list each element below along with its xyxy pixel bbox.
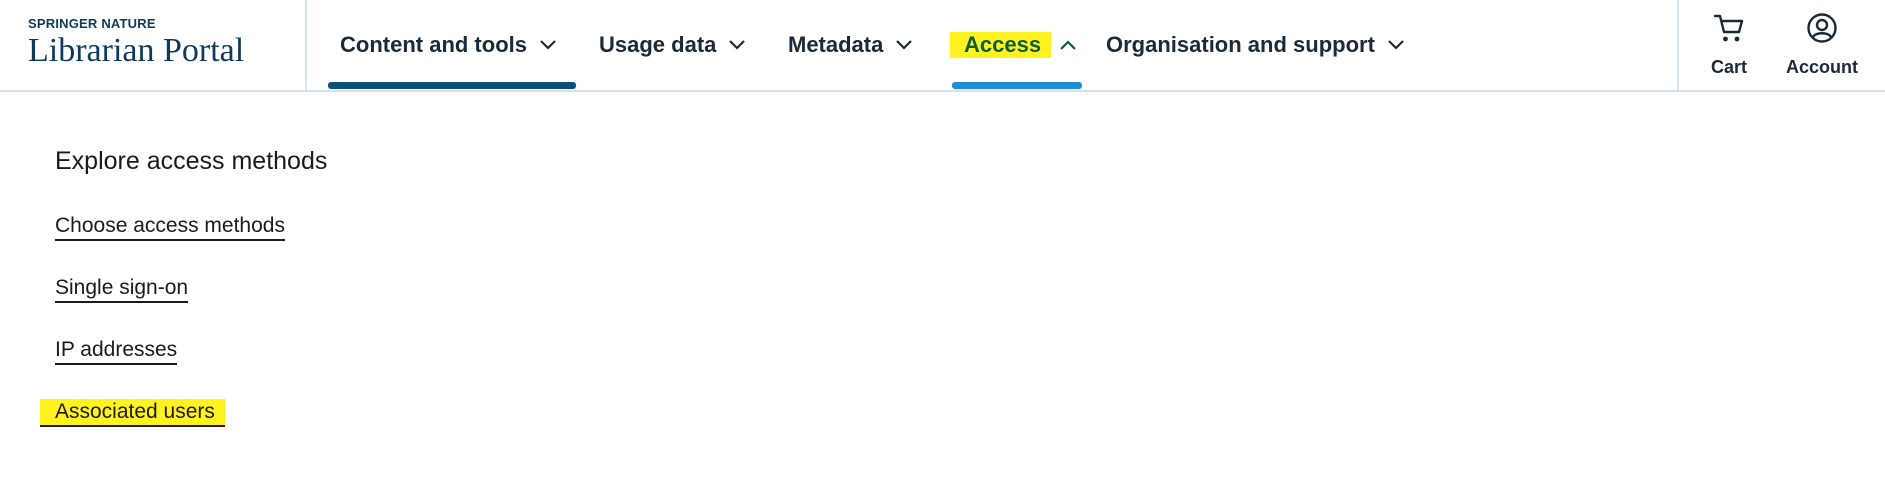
chevron-up-icon [1059,39,1077,51]
nav-access[interactable]: Access [950,28,1077,62]
cart-icon [1712,12,1746,49]
top-header: SPRINGER NATURE Librarian Portal Content… [0,0,1885,92]
brand-title: Librarian Portal [28,32,245,69]
link-associated-users[interactable]: Associated users [40,399,225,427]
chevron-down-icon [895,39,913,51]
account-label: Account [1786,57,1858,77]
chevron-down-icon [539,39,557,51]
header-divider [305,0,307,92]
nav-label: Content and tools [340,32,527,57]
nav-label: Access [950,32,1052,58]
nav-usage-data[interactable]: Usage data [599,28,746,62]
nav-label: Usage data [599,32,717,57]
nav-hover-indicator [328,82,576,89]
cart-label: Cart [1710,57,1747,77]
account-icon [1805,12,1839,49]
nav-organisation-and-support[interactable]: Organisation and support [1106,28,1405,62]
brand-publisher: SPRINGER NATURE [28,16,156,31]
nav-active-indicator [952,82,1082,89]
panel-title: Explore access methods [55,147,328,175]
link-ip-addresses[interactable]: IP addresses [55,337,178,365]
chevron-down-icon [1387,39,1405,51]
nav-content-and-tools[interactable]: Content and tools [340,28,557,62]
brand-logo[interactable]: SPRINGER NATURE Librarian Portal [28,16,244,71]
cart-button[interactable]: Cart [1684,12,1774,82]
chevron-down-icon [728,39,746,51]
nav-label: Metadata [788,32,884,57]
nav-label: Organisation and support [1106,32,1375,57]
account-button[interactable]: Account [1777,12,1867,82]
utility-divider [1677,0,1679,92]
link-single-sign-on[interactable]: Single sign-on [55,275,189,303]
link-choose-access-methods[interactable]: Choose access methods [55,213,285,241]
nav-metadata[interactable]: Metadata [788,28,913,62]
access-dropdown-panel: Explore access methods Choose access met… [0,92,1885,481]
